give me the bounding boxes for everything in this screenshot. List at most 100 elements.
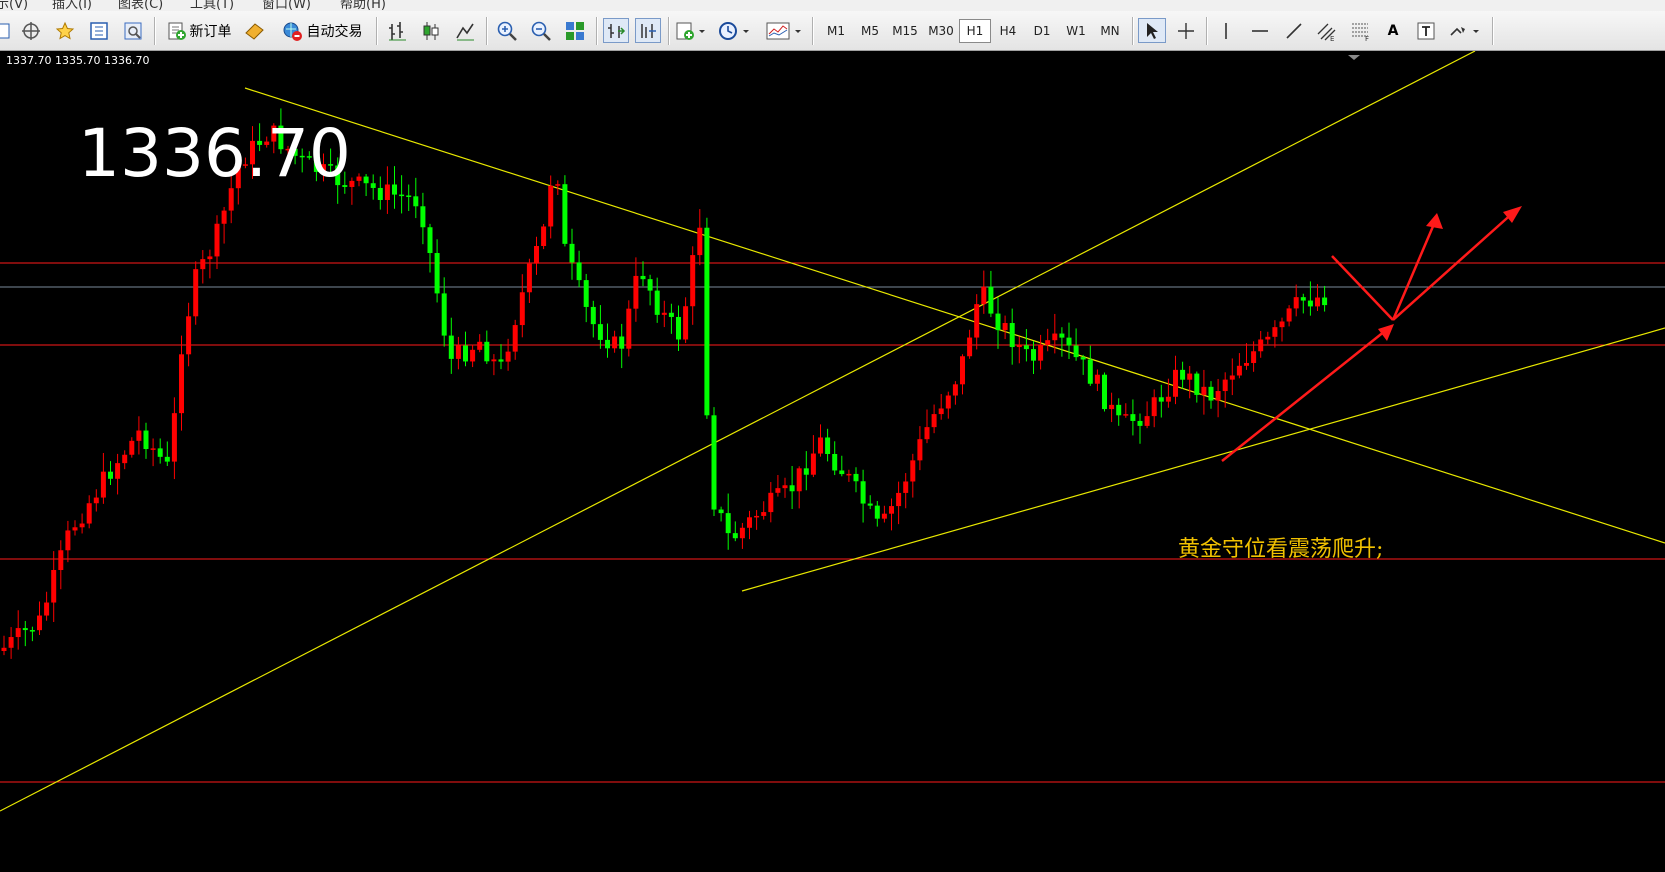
candle-body xyxy=(413,196,419,207)
svg-text:E: E xyxy=(1330,35,1334,42)
tester-icon[interactable] xyxy=(120,18,146,43)
cursor-arrow-icon[interactable] xyxy=(1138,18,1166,43)
fibonacci-icon[interactable]: F xyxy=(1346,18,1376,43)
candle-body xyxy=(967,337,973,357)
candle-body xyxy=(853,473,859,482)
candle-body xyxy=(477,341,483,350)
timeframe-d1[interactable]: D1 xyxy=(1025,19,1059,43)
navigator-icon[interactable] xyxy=(86,18,112,43)
crosshair-icon[interactable] xyxy=(1172,18,1200,43)
trendline-icon[interactable] xyxy=(1280,18,1308,43)
candle-body xyxy=(399,194,405,197)
periods-dropdown[interactable] xyxy=(716,18,756,43)
candle-body xyxy=(463,345,468,362)
auto-trading-icon xyxy=(283,22,302,41)
tile-windows-icon[interactable] xyxy=(562,18,588,43)
line-chart-icon[interactable] xyxy=(452,18,478,43)
candle-body xyxy=(1322,297,1328,306)
candle-body xyxy=(363,176,369,184)
candle-body xyxy=(1045,340,1051,345)
candle-body xyxy=(1109,404,1115,410)
candle-body xyxy=(775,488,781,493)
candle-body xyxy=(1102,374,1107,410)
metaeditor-icon[interactable] xyxy=(242,18,266,43)
bar-chart-icon[interactable] xyxy=(384,18,410,43)
menu-help[interactable]: 帮助(H) xyxy=(340,0,386,11)
new-chart-icon[interactable] xyxy=(0,18,10,43)
text-label-icon[interactable] xyxy=(1412,18,1440,43)
timeframe-m30[interactable]: M30 xyxy=(923,19,959,43)
candle-body xyxy=(846,473,852,476)
candle-body xyxy=(1229,375,1235,380)
candle-body xyxy=(690,255,696,307)
arrows-dropdown[interactable] xyxy=(1446,18,1486,43)
favorites-star-icon[interactable] xyxy=(52,18,78,43)
candle-body xyxy=(100,471,106,498)
menu-view[interactable]: 示(V) xyxy=(0,0,28,11)
menu-insert[interactable]: 插入(I) xyxy=(52,0,92,11)
candle-body xyxy=(761,512,767,516)
equidistant-channel-icon[interactable]: E xyxy=(1312,18,1342,43)
candle-body xyxy=(1286,308,1292,322)
auto-scroll-icon[interactable] xyxy=(603,18,629,43)
new-order-button[interactable]: 新订单 xyxy=(161,18,237,43)
timeframe-mn[interactable]: MN xyxy=(1093,19,1127,43)
candle-body xyxy=(512,325,518,352)
crosshair-move-icon[interactable] xyxy=(18,18,44,43)
candle-body xyxy=(8,637,14,648)
candle-body xyxy=(1251,351,1257,363)
candle-body xyxy=(1094,374,1100,384)
candle-body xyxy=(995,313,1001,331)
candle-body xyxy=(661,312,667,315)
candle-body xyxy=(867,503,873,506)
candle-body xyxy=(789,485,795,492)
indicators-dropdown[interactable] xyxy=(674,18,710,43)
candle-body xyxy=(498,359,504,362)
vertical-line-icon[interactable] xyxy=(1212,18,1240,43)
text-tool-icon[interactable]: A xyxy=(1380,18,1406,43)
timeframe-m5[interactable]: M5 xyxy=(853,19,887,43)
zoom-out-icon[interactable] xyxy=(528,18,554,43)
candle-body xyxy=(534,246,539,264)
candle-body xyxy=(818,437,823,454)
menu-tools[interactable]: 工具(T) xyxy=(190,0,234,11)
menu-charts[interactable]: 图表(C) xyxy=(118,0,163,11)
breakout-arrow-2 xyxy=(1392,210,1516,321)
shift-marker-icon[interactable] xyxy=(1348,55,1360,60)
auto-trading-label: 自动交易 xyxy=(306,23,363,40)
candle-body xyxy=(1194,373,1200,395)
chart-shift-icon[interactable] xyxy=(635,18,661,43)
price-chart[interactable]: 1337.70 1335.70 1336.70 1336.70 黄金守位看震荡爬… xyxy=(0,51,1665,872)
candle-body xyxy=(1137,420,1143,426)
candlestick-chart-icon[interactable] xyxy=(418,18,444,43)
candle-body xyxy=(889,506,894,514)
candle-body xyxy=(768,492,774,513)
menu-window[interactable]: 窗口(W) xyxy=(262,0,311,11)
candle-body xyxy=(1052,333,1058,341)
timeframe-m1[interactable]: M1 xyxy=(819,19,853,43)
candle-body xyxy=(917,439,923,461)
horizontal-line-icon[interactable] xyxy=(1246,18,1274,43)
candle-body xyxy=(214,223,220,257)
timeframe-h4[interactable]: H4 xyxy=(991,19,1025,43)
timeframe-m15[interactable]: M15 xyxy=(887,19,923,43)
templates-dropdown[interactable] xyxy=(764,18,806,43)
candle-body xyxy=(221,210,227,224)
candle-body xyxy=(1244,362,1249,366)
candle-body xyxy=(200,259,206,270)
candle-body xyxy=(548,185,554,227)
candle-body xyxy=(44,602,50,616)
timeframe-h1[interactable]: H1 xyxy=(959,19,991,43)
arrow-markers-icon xyxy=(1450,26,1479,36)
candle-body xyxy=(58,550,64,571)
candle-body xyxy=(1208,386,1214,401)
zoom-in-icon[interactable] xyxy=(494,18,520,43)
candle-body xyxy=(93,497,99,504)
candle-body xyxy=(1023,345,1029,350)
auto-trading-button[interactable]: 自动交易 xyxy=(276,18,368,43)
candle-body xyxy=(924,427,930,440)
candle-body xyxy=(640,275,646,280)
candle-body xyxy=(945,395,951,409)
timeframe-w1[interactable]: W1 xyxy=(1059,19,1093,43)
candle-body xyxy=(370,183,376,188)
